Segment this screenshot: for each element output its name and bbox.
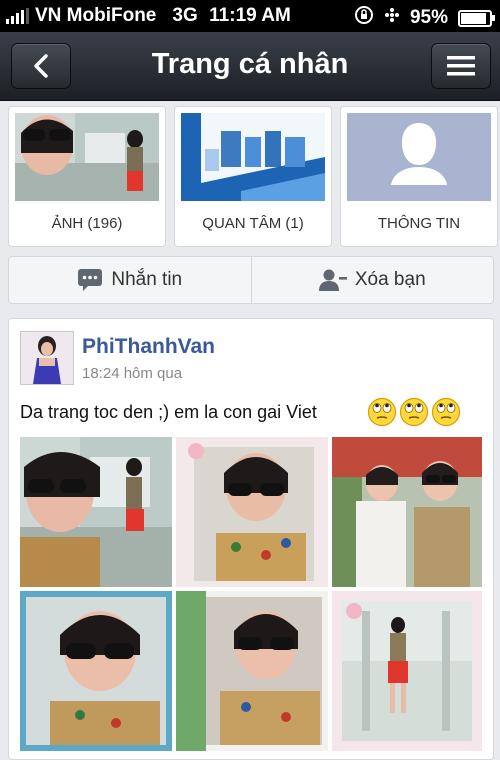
unfriend-label: Xóa bạn xyxy=(354,269,426,290)
info-card-label: THÔNG TIN xyxy=(377,215,461,232)
photos-thumbnail xyxy=(15,113,159,201)
interests-card[interactable]: QUAN TÂM (1) xyxy=(174,106,332,247)
post-text: Da trang toc den ;) em la con gai Viet xyxy=(20,402,317,422)
post-photo-1[interactable] xyxy=(20,437,172,587)
feed-post: PhiThanhVan 18:24 hôm qua Da trang toc d… xyxy=(8,318,494,760)
chat-bubble-icon xyxy=(78,269,103,291)
navigation-bar: Trang cá nhân xyxy=(0,32,500,101)
remove-user-icon xyxy=(318,269,347,291)
photos-card-label: ẢNH (196) xyxy=(51,215,123,232)
interests-card-label: QUAN TÂM (1) xyxy=(202,215,304,232)
post-photo-5[interactable] xyxy=(176,591,328,751)
rolling-eyes-emoji-icon xyxy=(367,397,397,427)
info-thumbnail xyxy=(347,113,491,201)
message-label: Nhắn tin xyxy=(111,269,183,290)
info-card[interactable]: THÔNG TIN xyxy=(340,106,498,247)
post-photo-6[interactable] xyxy=(332,591,482,751)
post-time: 18:24 hôm qua xyxy=(82,365,183,382)
battery-percent: 95% xyxy=(409,7,448,28)
profile-actions: Nhắn tin Xóa bạn xyxy=(8,256,494,304)
page-title: Trang cá nhân xyxy=(151,48,349,80)
rotation-lock-icon xyxy=(354,5,374,31)
activity-icon xyxy=(382,5,402,31)
hamburger-menu-icon xyxy=(447,56,475,76)
photos-card[interactable]: ẢNH (196) xyxy=(8,106,166,247)
author-name[interactable]: PhiThanhVan xyxy=(82,335,215,359)
profile-cards: ẢNH (196) QUAN TÂM (1) THÔNG TIN xyxy=(8,106,498,247)
author-avatar[interactable] xyxy=(20,331,74,385)
status-bar: VN MobiFone 3G 11:19 AM 95% xyxy=(0,0,500,32)
user-silhouette-icon xyxy=(347,113,491,201)
emoticons xyxy=(367,397,461,427)
message-button[interactable]: Nhắn tin xyxy=(9,257,251,303)
interests-thumbnail xyxy=(181,113,325,201)
battery-icon xyxy=(458,9,495,27)
rolling-eyes-emoji-icon xyxy=(399,397,429,427)
post-photo-4[interactable] xyxy=(20,591,172,751)
post-photo-2[interactable] xyxy=(176,437,328,587)
menu-button[interactable] xyxy=(431,43,491,89)
post-photo-3[interactable] xyxy=(332,437,482,587)
rolling-eyes-emoji-icon xyxy=(431,397,461,427)
unfriend-button[interactable]: Xóa bạn xyxy=(252,257,494,303)
